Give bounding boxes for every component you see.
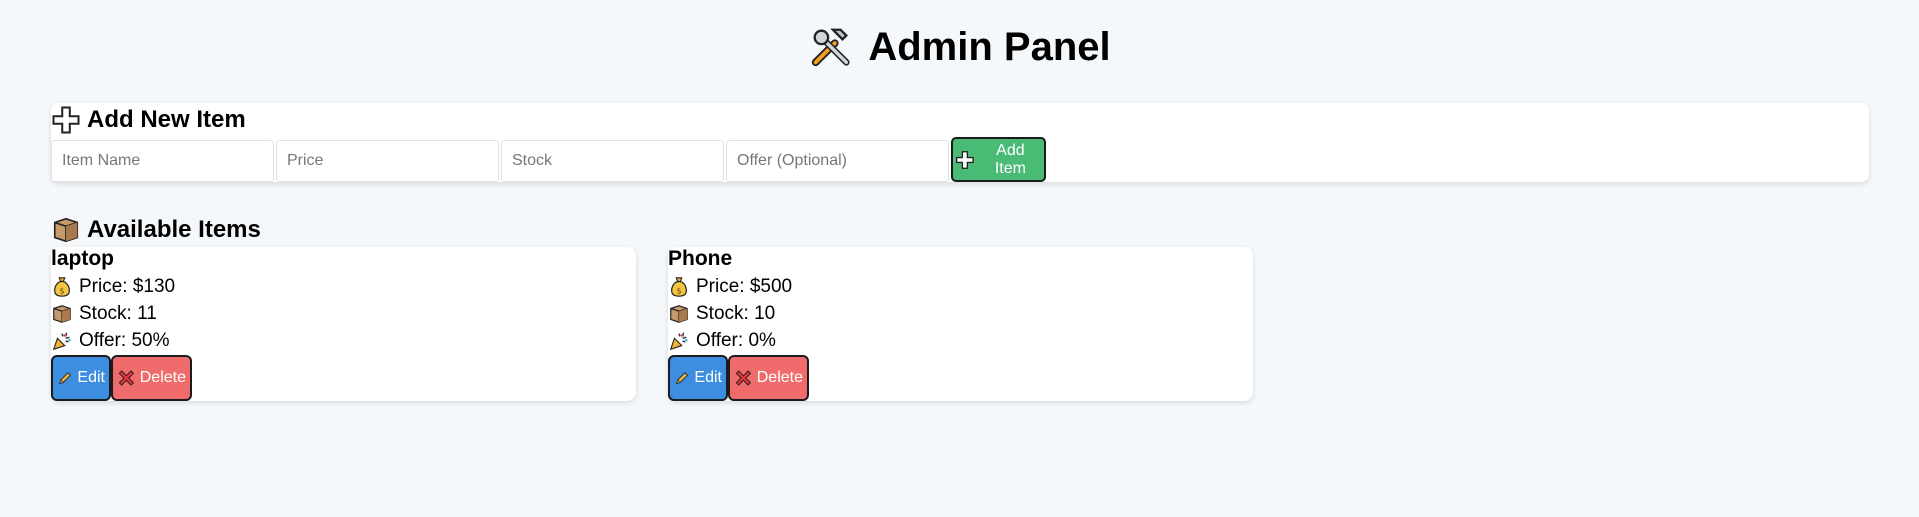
item-name: laptop (51, 247, 114, 270)
party-popper-icon (51, 330, 73, 352)
edit-button[interactable]: Edit (51, 355, 111, 401)
delete-button-label: Delete (139, 369, 186, 386)
add-item-button[interactable]: Add Item (951, 137, 1046, 182)
item-stock-text: Stock: 11 (79, 303, 157, 324)
item-offer-text: Offer: 0% (696, 330, 776, 351)
item-offer: Offer: 50% (51, 330, 169, 352)
delete-button-label: Delete (756, 369, 803, 386)
item-card: Phone Price: $500 Stock: 10 Offer: 0% Ed… (668, 247, 1253, 401)
stock-input[interactable] (501, 140, 724, 182)
plus-icon (51, 105, 81, 135)
page-title-text: Admin Panel (868, 24, 1111, 69)
edit-button[interactable]: Edit (668, 355, 728, 401)
available-items-heading: Available Items (51, 215, 261, 245)
item-card: laptop Price: $130 Stock: 11 Offer: 50% … (51, 247, 636, 401)
page-title: Admin Panel (0, 24, 1919, 70)
item-stock: Stock: 11 (51, 303, 157, 325)
item-stock-text: Stock: 10 (696, 303, 776, 324)
cross-icon (117, 368, 136, 388)
item-price: Price: $130 (51, 276, 175, 298)
item-stock: Stock: 10 (668, 303, 775, 325)
package-icon (51, 215, 81, 245)
item-name: Phone (668, 247, 733, 270)
delete-button[interactable]: Delete (728, 355, 809, 401)
party-popper-icon (668, 330, 690, 352)
add-item-form (51, 140, 951, 182)
package-icon (51, 303, 73, 325)
item-price-text: Price: $130 (79, 276, 176, 297)
pencil-icon (57, 368, 73, 388)
cross-icon (734, 368, 753, 388)
add-item-button-label: Add Item (994, 141, 1026, 177)
item-price: Price: $500 (668, 276, 792, 298)
edit-button-label: Edit (694, 369, 722, 386)
package-icon (668, 303, 690, 325)
pencil-icon (674, 368, 690, 388)
available-items-heading-text: Available Items (87, 216, 261, 243)
add-item-heading: Add New Item (51, 105, 246, 135)
plus-icon (955, 150, 975, 170)
item-offer-text: Offer: 50% (79, 330, 170, 351)
money-bag-icon (51, 276, 73, 298)
item-price-text: Price: $500 (696, 276, 793, 297)
price-input[interactable] (276, 140, 499, 182)
item-name-input[interactable] (51, 140, 274, 182)
item-offer: Offer: 0% (668, 330, 776, 352)
edit-button-label: Edit (77, 369, 105, 386)
delete-button[interactable]: Delete (111, 355, 192, 401)
money-bag-icon (668, 276, 690, 298)
offer-input[interactable] (726, 140, 949, 182)
hammer-wrench-icon (808, 24, 854, 70)
add-item-heading-text: Add New Item (87, 106, 246, 133)
